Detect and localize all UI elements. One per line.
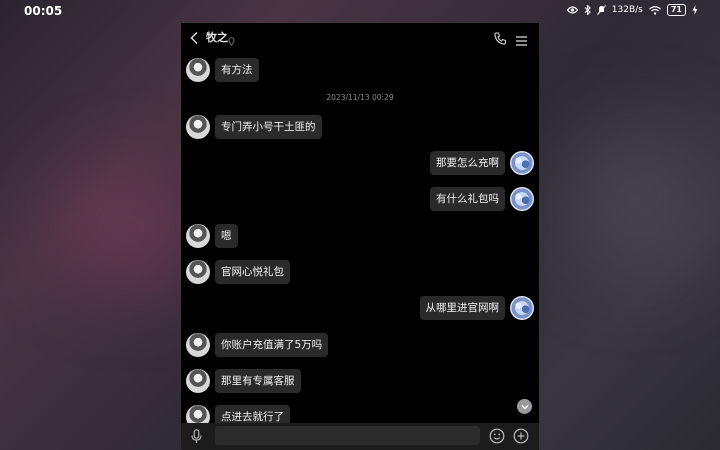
chevron-left-icon	[190, 31, 198, 45]
status-time: 00:05	[24, 4, 63, 18]
message-bubble[interactable]: 有什么礼包吗	[430, 187, 505, 211]
plus-circle-icon	[513, 428, 529, 444]
chevron-down-icon	[521, 404, 528, 409]
my-avatar[interactable]	[510, 296, 534, 320]
wifi-icon	[648, 5, 661, 15]
message-row: 嗯	[186, 224, 238, 248]
message-timestamp: 2023/11/13 00:29	[326, 93, 394, 102]
more-button[interactable]	[513, 428, 529, 448]
smiley-icon	[489, 428, 505, 444]
battery-level: 71	[666, 4, 686, 16]
contact-avatar[interactable]	[186, 369, 210, 393]
message-bubble[interactable]: 官网心悦礼包	[215, 260, 290, 284]
wallpaper-blur	[560, 120, 710, 280]
contact-avatar[interactable]	[186, 260, 210, 284]
tag-icon	[228, 31, 235, 50]
message-row: 你账户充值满了5万吗	[186, 333, 329, 357]
contact-avatar[interactable]	[186, 58, 210, 82]
contact-avatar[interactable]	[186, 115, 210, 139]
chat-window: 牧之 有方法 2023/11/13 00:29 专门弄小号干土匪的 那要怎么充啊…	[181, 23, 539, 450]
message-row: 那要怎么充啊	[430, 151, 534, 175]
input-bar	[181, 423, 539, 450]
message-row: 专门弄小号干土匪的	[186, 115, 322, 139]
contact-name[interactable]: 牧之	[206, 29, 228, 45]
eye-icon	[566, 6, 578, 14]
message-bubble[interactable]: 有方法	[215, 58, 259, 82]
message-list[interactable]: 有方法 2023/11/13 00:29 专门弄小号干土匪的 那要怎么充啊 有什…	[181, 53, 539, 429]
hamburger-menu-icon	[516, 36, 527, 46]
message-row: 官网心悦礼包	[186, 260, 290, 284]
message-input[interactable]	[215, 426, 480, 445]
charging-icon	[692, 5, 698, 15]
voice-button[interactable]	[191, 429, 202, 448]
message-row: 有什么礼包吗	[430, 187, 534, 211]
microphone-icon	[191, 429, 202, 443]
wallpaper-blur	[60, 170, 200, 290]
back-button[interactable]	[189, 30, 201, 45]
message-row: 有方法	[186, 58, 259, 82]
phone-icon	[494, 32, 507, 45]
menu-button[interactable]	[516, 31, 527, 50]
message-bubble[interactable]: 你账户充值满了5万吗	[215, 333, 329, 357]
message-row: 从哪里进官网啊	[419, 296, 534, 320]
my-avatar[interactable]	[510, 187, 534, 211]
call-button[interactable]	[494, 30, 507, 49]
message-bubble[interactable]: 那要怎么充啊	[430, 151, 505, 175]
my-avatar[interactable]	[510, 151, 534, 175]
message-bubble[interactable]: 专门弄小号干土匪的	[215, 115, 322, 139]
status-icons: 132B/s 71	[566, 4, 698, 16]
net-speed: 132B/s	[611, 5, 643, 15]
message-bubble[interactable]: 那里有专属客服	[215, 369, 301, 393]
message-bubble[interactable]: 从哪里进官网啊	[419, 296, 505, 320]
message-bubble[interactable]: 嗯	[215, 224, 238, 248]
mute-icon	[596, 5, 606, 15]
emoji-button[interactable]	[489, 428, 505, 448]
contact-avatar[interactable]	[186, 224, 210, 248]
bluetooth-icon	[584, 5, 591, 15]
scroll-to-bottom-button[interactable]	[517, 399, 532, 414]
message-row: 那里有专属客服	[186, 369, 301, 393]
contact-avatar[interactable]	[186, 333, 210, 357]
chat-header: 牧之	[181, 23, 539, 51]
